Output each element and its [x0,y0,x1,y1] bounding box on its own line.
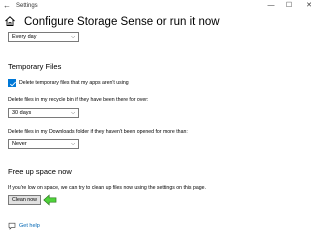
minimize-button[interactable]: — [264,0,278,12]
chevron-down-icon: ⌵ [71,34,75,40]
close-button[interactable]: ✕ [302,0,316,12]
page-title: Configure Storage Sense or run it now [24,16,220,28]
checkmark-icon [9,81,16,87]
window-title: Settings [16,3,38,9]
maximize-button[interactable]: ☐ [282,0,296,12]
free-up-space-heading: Free up space now [8,167,72,176]
free-up-space-description: If you're low on space, we can try to cl… [8,185,206,191]
run-frequency-dropdown[interactable]: Every day ⌵ [8,32,79,42]
delete-temp-files-label: Delete temporary files that my apps aren… [19,80,129,86]
home-icon[interactable] [4,15,16,27]
chevron-down-icon: ⌵ [71,141,75,147]
downloads-value: Never [12,141,27,147]
recycle-bin-dropdown[interactable]: 30 days ⌵ [8,108,79,118]
title-bar: ← Settings — ☐ ✕ [0,0,320,12]
chevron-down-icon: ⌵ [71,110,75,116]
recycle-bin-label: Delete files in my recycle bin if they h… [8,97,149,103]
delete-temp-files-checkbox[interactable] [8,79,16,87]
help-icon [8,222,16,230]
run-frequency-value: Every day [12,34,37,40]
get-help-link[interactable]: Get help [19,222,40,230]
recycle-bin-value: 30 days [12,110,32,116]
clean-now-button[interactable]: Clean now [8,195,41,205]
arrow-left-icon [43,194,57,206]
downloads-dropdown[interactable]: Never ⌵ [8,139,79,149]
temporary-files-heading: Temporary Files [8,62,62,71]
back-button[interactable]: ← [2,0,12,12]
downloads-label: Delete files in my Downloads folder if t… [8,129,188,135]
